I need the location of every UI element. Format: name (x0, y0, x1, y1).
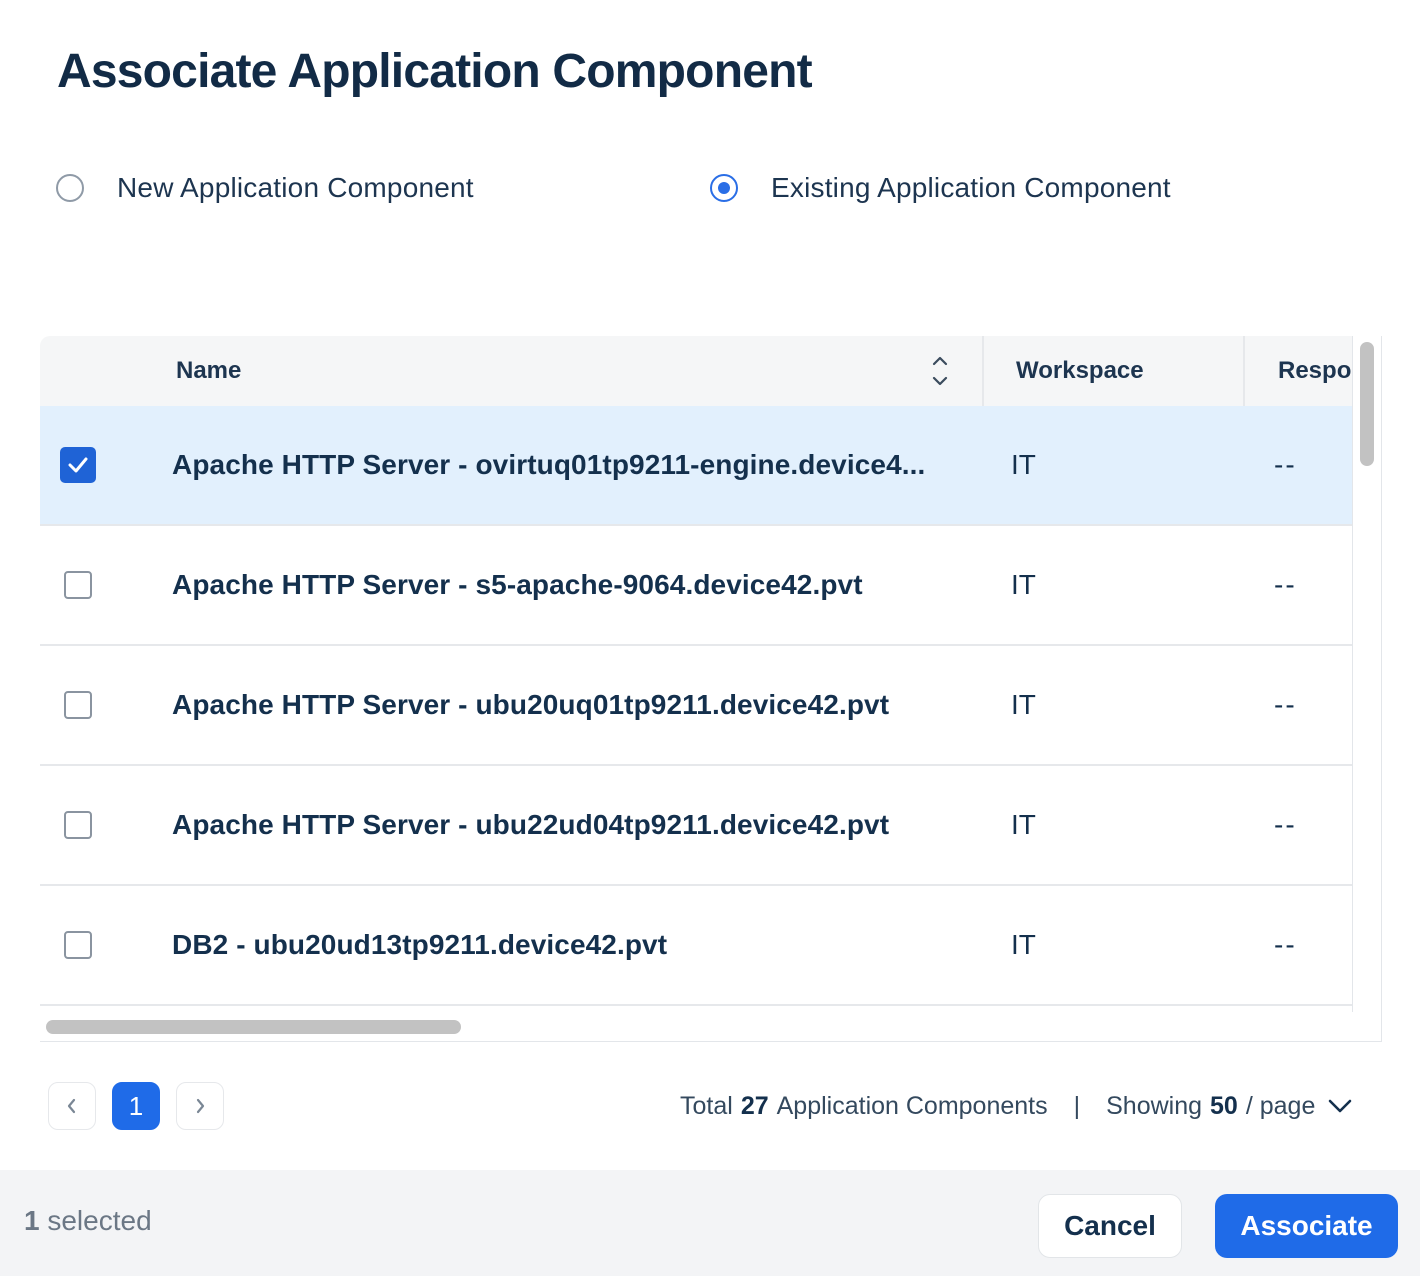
column-header-workspace[interactable]: Workspace (1016, 336, 1144, 406)
radio-button-new[interactable] (56, 174, 84, 202)
table-row[interactable]: Apache HTTP Server - ubu20uq01tp9211.dev… (40, 646, 1352, 766)
radio-label-new: New Application Component (117, 172, 474, 203)
table-row[interactable]: Apache HTTP Server - ovirtuq01tp9211-eng… (40, 406, 1352, 526)
chevron-left-icon (67, 1098, 76, 1114)
row-checkbox[interactable] (64, 931, 92, 959)
next-page-button[interactable] (176, 1082, 224, 1130)
selected-count-label: selected (47, 1205, 152, 1236)
associate-button[interactable]: Associate (1215, 1194, 1398, 1258)
sort-icon[interactable] (930, 354, 950, 388)
chevron-down-icon (1329, 1099, 1352, 1113)
table-header: Name Workspace Respo (40, 336, 1352, 406)
row-name: Apache HTTP Server - ovirtuq01tp9211-eng… (172, 449, 926, 480)
row-name: Apache HTTP Server - ubu22ud04tp9211.dev… (172, 809, 890, 840)
row-checkbox[interactable] (64, 571, 92, 599)
total-prefix: Total (680, 1091, 733, 1120)
row-checkbox[interactable] (60, 447, 96, 483)
dialog-title: Associate Application Component (57, 45, 813, 98)
row-workspace: IT (1011, 689, 1036, 720)
components-table: Name Workspace Respo Apache HTTP Server … (40, 336, 1382, 1042)
previous-page-button[interactable] (48, 1082, 96, 1130)
cancel-button[interactable]: Cancel (1038, 1194, 1182, 1258)
table-row[interactable]: DB2 - ubu20ud13tp9211.device42.pvt IT -- (40, 886, 1352, 1006)
checkmark-icon (68, 457, 88, 473)
column-divider[interactable] (1243, 336, 1245, 406)
radio-new-component[interactable]: New Application Component (56, 168, 474, 208)
table-viewport: Name Workspace Respo Apache HTTP Server … (40, 336, 1353, 1012)
showing-prefix: Showing (1106, 1091, 1203, 1120)
column-header-name[interactable]: Name (176, 336, 241, 406)
total-count: 27 (740, 1091, 769, 1120)
row-workspace: IT (1011, 809, 1036, 840)
table-row[interactable]: Apache HTTP Server - s5-apache-9064.devi… (40, 526, 1352, 646)
summary-separator: | (1073, 1091, 1081, 1120)
vertical-scrollbar[interactable] (1360, 342, 1374, 466)
row-checkbox[interactable] (64, 811, 92, 839)
column-divider[interactable] (982, 336, 984, 406)
horizontal-scrollbar[interactable] (46, 1020, 461, 1034)
table-row[interactable]: Apache HTTP Server - ubu22ud04tp9211.dev… (40, 766, 1352, 886)
row-checkbox[interactable] (64, 691, 92, 719)
row-responsible: -- (1274, 929, 1297, 960)
page-size-suffix: / page (1245, 1091, 1316, 1120)
row-name: Apache HTTP Server - s5-apache-9064.devi… (172, 569, 863, 600)
column-header-responsible[interactable]: Respo (1278, 336, 1351, 406)
row-workspace: IT (1011, 929, 1036, 960)
row-workspace: IT (1011, 449, 1036, 480)
total-suffix: Application Components (776, 1091, 1048, 1120)
radio-existing-component[interactable]: Existing Application Component (710, 168, 1171, 208)
row-responsible: -- (1274, 689, 1297, 720)
row-responsible: -- (1274, 569, 1297, 600)
page-size-value: 50 (1210, 1091, 1238, 1120)
page-size-selector[interactable]: Showing 50 / page (1106, 1092, 1353, 1121)
radio-button-existing[interactable] (710, 174, 738, 202)
selected-count: 1 selected (24, 1205, 152, 1237)
row-workspace: IT (1011, 569, 1036, 600)
row-responsible: -- (1274, 809, 1297, 840)
row-name: Apache HTTP Server - ubu20uq01tp9211.dev… (172, 689, 890, 720)
row-name: DB2 - ubu20ud13tp9211.device42.pvt (172, 929, 668, 960)
pagination-summary: Total 27 Application Components | Showin… (680, 1084, 1353, 1128)
selected-count-value: 1 (24, 1205, 40, 1236)
page-button-current[interactable]: 1 (112, 1082, 160, 1130)
dialog-footer (0, 1170, 1420, 1276)
radio-label-existing: Existing Application Component (771, 172, 1171, 203)
row-responsible: -- (1274, 449, 1297, 480)
chevron-right-icon (196, 1098, 205, 1114)
